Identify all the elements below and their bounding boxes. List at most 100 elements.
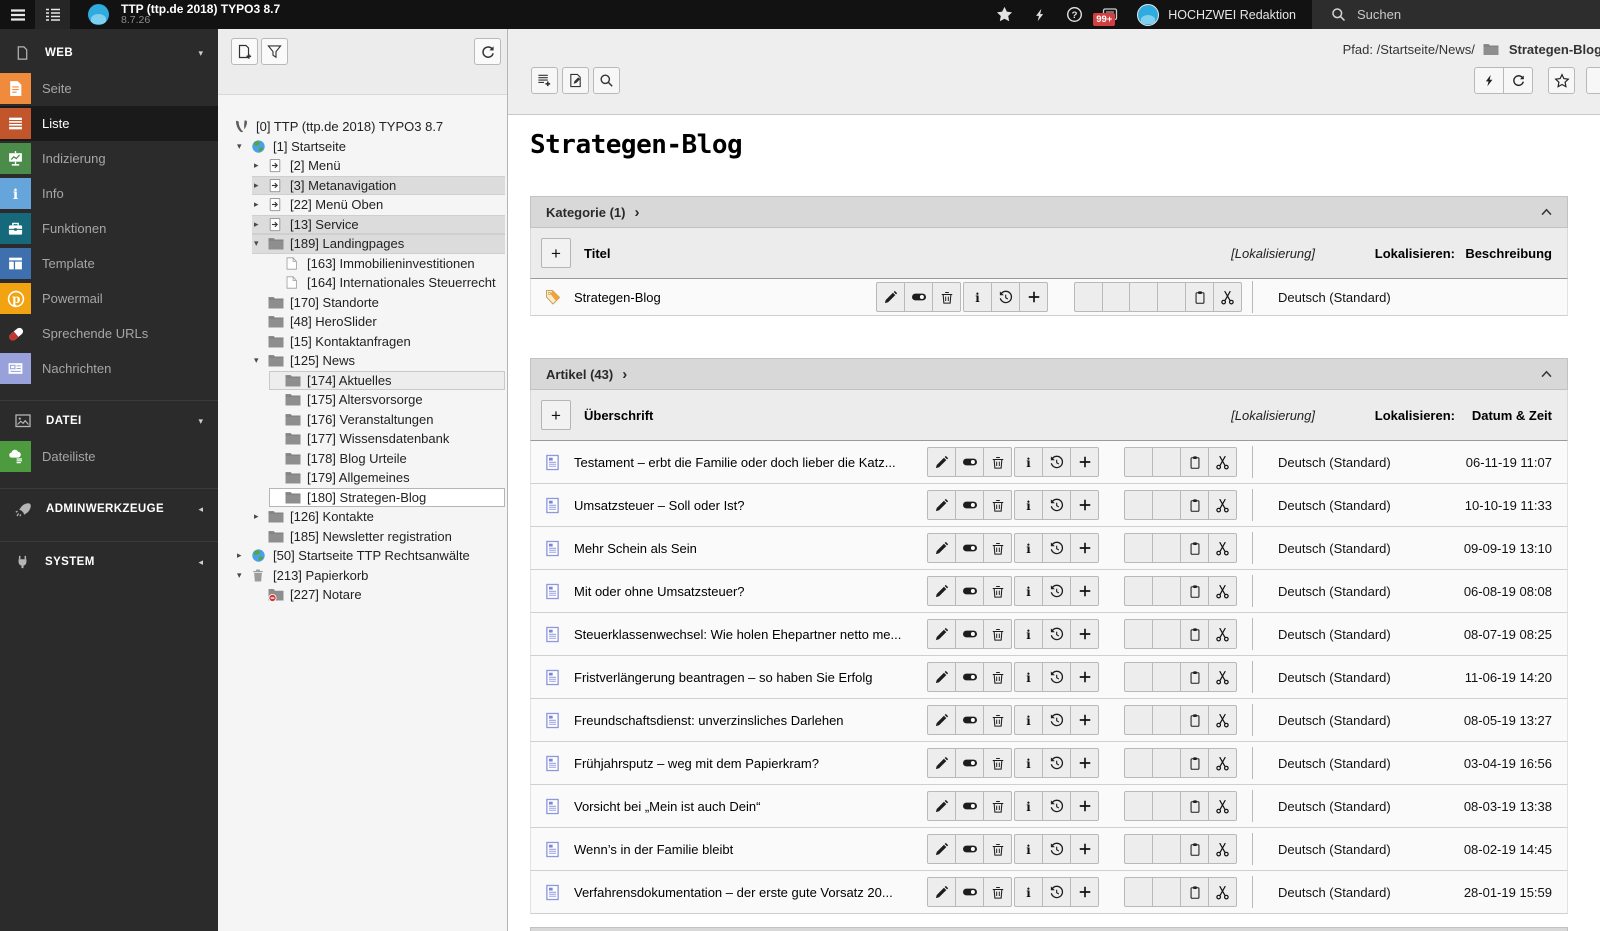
cut-button[interactable] <box>1208 576 1237 606</box>
delete-button[interactable] <box>983 619 1012 649</box>
kategorie-section-header[interactable]: Kategorie (1) › <box>530 196 1568 228</box>
record-title[interactable]: Testament – erbt die Familie oder doch l… <box>574 455 896 470</box>
delete-button[interactable] <box>983 576 1012 606</box>
edit-button[interactable] <box>927 576 956 606</box>
tree-node[interactable]: [48] HeroSlider <box>218 312 507 332</box>
new-record-button[interactable] <box>1070 447 1099 477</box>
modulemenu-icon[interactable] <box>35 0 70 29</box>
sidebar-item-powermail[interactable]: p Powermail <box>0 281 218 316</box>
avatar[interactable] <box>1137 3 1160 26</box>
menu-icon[interactable] <box>0 0 35 29</box>
paste-button[interactable] <box>1180 748 1209 778</box>
new-record-button[interactable] <box>1070 662 1099 692</box>
tree-node[interactable]: [15] Kontaktanfragen <box>218 332 507 352</box>
hide-toggle-button[interactable] <box>955 533 984 563</box>
paste-button[interactable] <box>1180 533 1209 563</box>
tree-toggle-icon[interactable]: ▸ <box>254 219 268 230</box>
sidebar-item-liste[interactable]: Liste <box>0 106 218 141</box>
delete-button[interactable] <box>983 490 1012 520</box>
new-record-button[interactable] <box>1070 576 1099 606</box>
new-record-button[interactable] <box>1070 748 1099 778</box>
new-record-button[interactable] <box>1070 877 1099 907</box>
info-button[interactable]: i <box>1014 447 1043 477</box>
cut-button[interactable] <box>1208 662 1237 692</box>
edit-button[interactable] <box>927 447 956 477</box>
delete-button[interactable] <box>983 877 1012 907</box>
tree-node[interactable]: ▸ [13] Service <box>218 214 507 234</box>
edit-button[interactable] <box>927 748 956 778</box>
delete-button[interactable] <box>983 748 1012 778</box>
sidebar-section-header[interactable]: WEB ▾ <box>0 35 218 71</box>
tree-toggle-icon[interactable]: ▸ <box>254 511 268 522</box>
history-button[interactable] <box>1042 791 1071 821</box>
edit-page-button[interactable] <box>562 67 589 94</box>
edit-button[interactable] <box>927 490 956 520</box>
info-button[interactable]: i <box>1014 834 1043 864</box>
tree-node[interactable]: ▸ [50] Startseite TTP Rechtsanwälte <box>218 546 507 566</box>
cut-button[interactable] <box>1208 748 1237 778</box>
reload-button[interactable] <box>1503 67 1533 94</box>
info-button[interactable]: i <box>1014 619 1043 649</box>
history-button[interactable] <box>991 282 1020 312</box>
sidebar-item-nachrichten[interactable]: Nachrichten <box>0 351 218 386</box>
history-button[interactable] <box>1042 576 1071 606</box>
new-record-button[interactable] <box>1070 490 1099 520</box>
tree-node[interactable]: ▸ [22] Menü Oben <box>218 195 507 215</box>
record-title[interactable]: Wenn’s in der Familie bleibt <box>574 842 733 857</box>
tree-toggle-icon[interactable]: ▸ <box>254 199 268 210</box>
history-button[interactable] <box>1042 490 1071 520</box>
new-record-button[interactable] <box>1070 834 1099 864</box>
edit-button[interactable] <box>927 705 956 735</box>
tree-toggle-icon[interactable]: ▾ <box>254 238 268 249</box>
info-button[interactable]: i <box>963 282 992 312</box>
collapse-icon[interactable] <box>1541 208 1552 216</box>
info-button[interactable]: i <box>1014 576 1043 606</box>
history-button[interactable] <box>1042 877 1071 907</box>
info-button[interactable]: i <box>1014 877 1043 907</box>
refresh-tree-button[interactable] <box>474 38 501 65</box>
breadcrumb-page[interactable]: Strategen-Blog [180] <box>1509 42 1600 57</box>
info-button[interactable]: i <box>1014 490 1043 520</box>
delete-button[interactable] <box>983 705 1012 735</box>
username[interactable]: HOCHZWEI Redaktion <box>1168 8 1296 22</box>
hide-toggle-button[interactable] <box>955 791 984 821</box>
tree-node[interactable]: [177] Wissensdatenbank <box>218 429 507 449</box>
tree-node[interactable]: [164] Internationales Steuerrecht <box>218 273 507 293</box>
tree-toggle-icon[interactable]: ▸ <box>237 550 251 561</box>
info-button[interactable]: i <box>1014 533 1043 563</box>
paste-button[interactable] <box>1180 705 1209 735</box>
search-records-button[interactable] <box>593 67 620 94</box>
tree-node[interactable]: ▾ [213] Papierkorb <box>218 566 507 586</box>
tree-toggle-icon[interactable]: ▸ <box>254 180 268 191</box>
tree-node[interactable]: [180] Strategen-Blog <box>218 487 507 507</box>
new-record-button[interactable] <box>1019 282 1048 312</box>
record-title[interactable]: Strategen-Blog <box>574 290 661 305</box>
edit-button[interactable] <box>876 282 905 312</box>
record-title[interactable]: Frühjahrsputz – weg mit dem Papierkram? <box>574 756 819 771</box>
tree-node[interactable]: ▸ [2] Menü <box>218 156 507 176</box>
cut-button[interactable] <box>1208 619 1237 649</box>
record-title[interactable]: Verfahrensdokumentation – der erste gute… <box>574 885 893 900</box>
delete-button[interactable] <box>983 533 1012 563</box>
hide-toggle-button[interactable] <box>955 705 984 735</box>
tree-node[interactable]: ▸ [126] Kontakte <box>218 507 507 527</box>
delete-button[interactable] <box>983 791 1012 821</box>
sidebar-item-funktionen[interactable]: Funktionen <box>0 211 218 246</box>
search-bar[interactable]: Suchen <box>1312 0 1600 29</box>
info-button[interactable]: i <box>1014 791 1043 821</box>
record-title[interactable]: Fristverlängerung beantragen – so haben … <box>574 670 872 685</box>
info-button[interactable]: i <box>1014 748 1043 778</box>
tree-node[interactable]: [170] Standorte <box>218 293 507 313</box>
tree-toggle-icon[interactable]: ▸ <box>254 160 268 171</box>
paste-button[interactable] <box>1180 877 1209 907</box>
history-button[interactable] <box>1042 748 1071 778</box>
paste-button[interactable] <box>1185 282 1214 312</box>
bookmark-star-icon[interactable] <box>987 0 1022 29</box>
notification-icon[interactable]: 99+ <box>1092 0 1127 29</box>
hide-toggle-button[interactable] <box>955 619 984 649</box>
collapse-icon[interactable] <box>1541 370 1552 378</box>
cut-button[interactable] <box>1208 834 1237 864</box>
sidebar-section-header[interactable]: SYSTEM ◂ <box>0 544 218 580</box>
paste-button[interactable] <box>1180 791 1209 821</box>
record-title[interactable]: Mit oder ohne Umsatzsteuer? <box>574 584 745 599</box>
